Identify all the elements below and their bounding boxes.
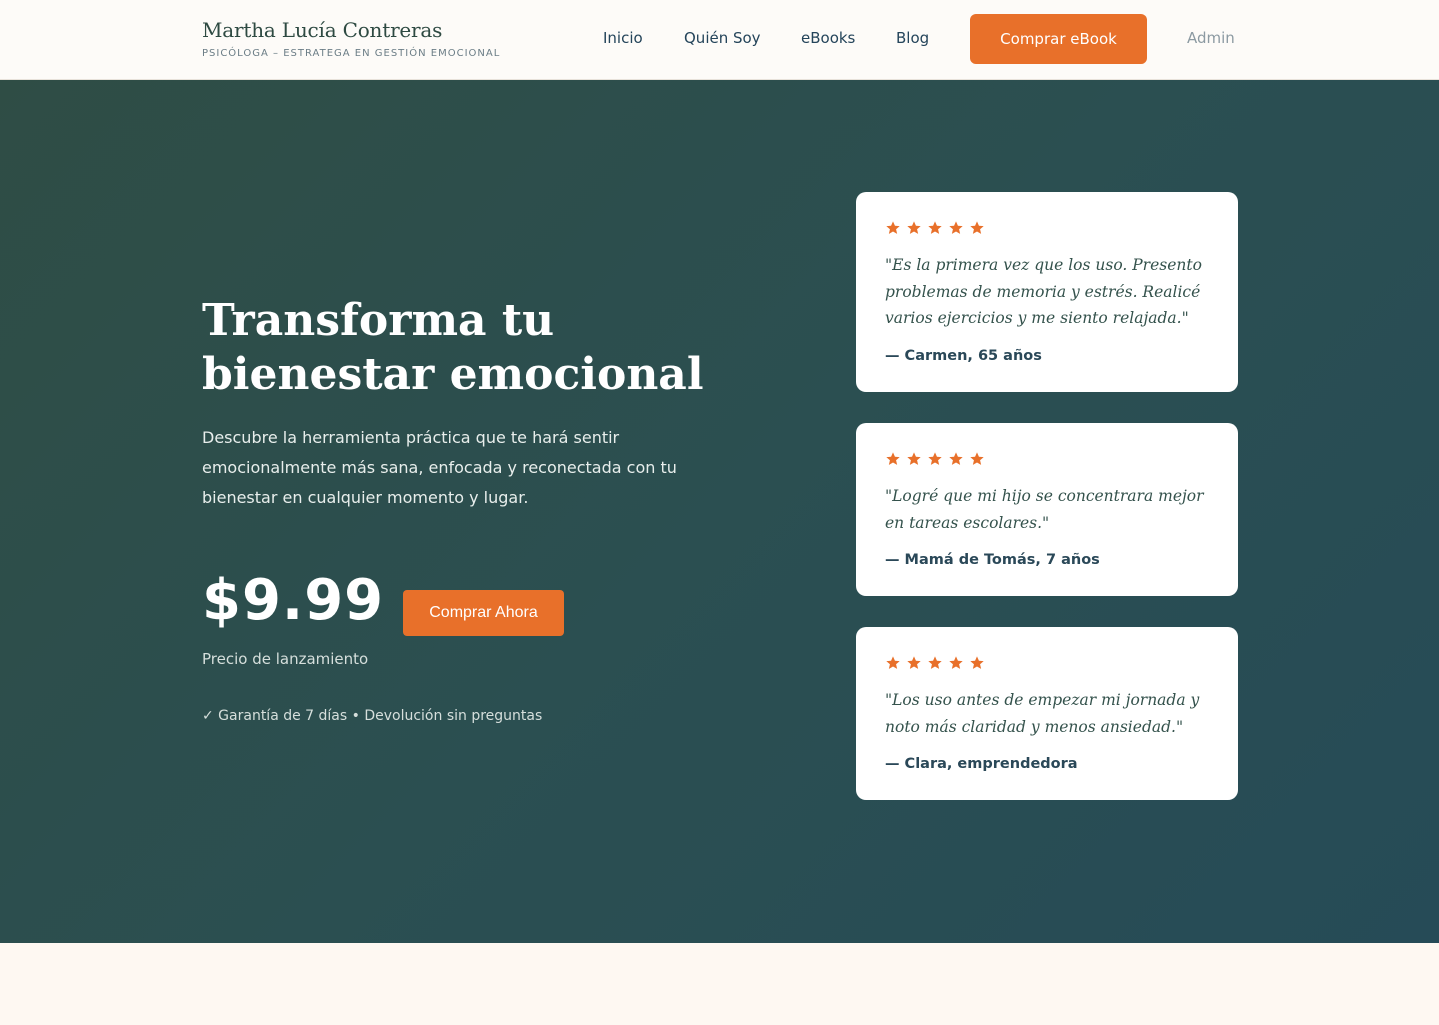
- star-icon: [907, 452, 921, 465]
- star-rating: [885, 451, 1209, 467]
- testimonial-card: "Logré que mi hijo se concentrara mejor …: [856, 423, 1238, 596]
- price-note: Precio de lanzamiento: [202, 650, 369, 668]
- testimonial-quote: "Es la primera vez que los uso. Presento…: [885, 256, 1202, 327]
- star-icon: [907, 221, 921, 234]
- star-icon: [949, 221, 963, 234]
- star-icon: [907, 656, 921, 669]
- star-icon: [886, 452, 900, 465]
- admin-link[interactable]: Admin: [1187, 29, 1235, 47]
- brand[interactable]: Martha Lucía Contreras PSICÓLOGA – ESTRA…: [202, 18, 500, 59]
- star-rating: [885, 655, 1209, 671]
- testimonial-author: — Mamá de Tomás, 7 años: [885, 552, 1100, 568]
- star-icon: [949, 452, 963, 465]
- guarantee-note: ✓ Garantía de 7 días • Devolución sin pr…: [202, 708, 543, 724]
- brand-tagline: PSICÓLOGA – ESTRATEGA EN GESTIÓN EMOCION…: [202, 48, 501, 59]
- star-rating: [885, 220, 1209, 236]
- next-section: [0, 943, 1439, 1025]
- buy-ebook-button[interactable]: Comprar eBook: [970, 14, 1147, 64]
- star-icon: [928, 221, 942, 234]
- hero-subtitle: Descubre la herramienta práctica que te …: [202, 428, 677, 507]
- star-icon: [886, 656, 900, 669]
- nav-item-blog[interactable]: Blog: [896, 29, 929, 47]
- star-icon: [886, 221, 900, 234]
- nav-item-inicio[interactable]: Inicio: [603, 29, 643, 47]
- brand-name: Martha Lucía Contreras: [202, 18, 443, 42]
- testimonial-author: — Clara, emprendedora: [885, 756, 1078, 772]
- site-header: Martha Lucía Contreras PSICÓLOGA – ESTRA…: [0, 0, 1439, 80]
- testimonial-card: "Es la primera vez que los uso. Presento…: [856, 192, 1238, 392]
- hero-title: Transforma tu bienestar emocional: [202, 295, 704, 400]
- testimonial-author: — Carmen, 65 años: [885, 347, 1042, 364]
- star-icon: [970, 452, 984, 465]
- testimonial-quote: "Los uso antes de empezar mi jornada y n…: [885, 691, 1200, 736]
- star-icon: [970, 656, 984, 669]
- star-icon: [928, 452, 942, 465]
- star-icon: [949, 656, 963, 669]
- nav-item-quien-soy[interactable]: Quién Soy: [684, 29, 761, 47]
- testimonial-card: "Los uso antes de empezar mi jornada y n…: [856, 627, 1238, 800]
- price: $9.99: [202, 568, 385, 633]
- star-icon: [970, 221, 984, 234]
- testimonial-quote: "Logré que mi hijo se concentrara mejor …: [885, 487, 1204, 532]
- nav-item-ebooks[interactable]: eBooks: [801, 29, 855, 47]
- buy-now-button[interactable]: Comprar Ahora: [403, 590, 564, 636]
- star-icon: [928, 656, 942, 669]
